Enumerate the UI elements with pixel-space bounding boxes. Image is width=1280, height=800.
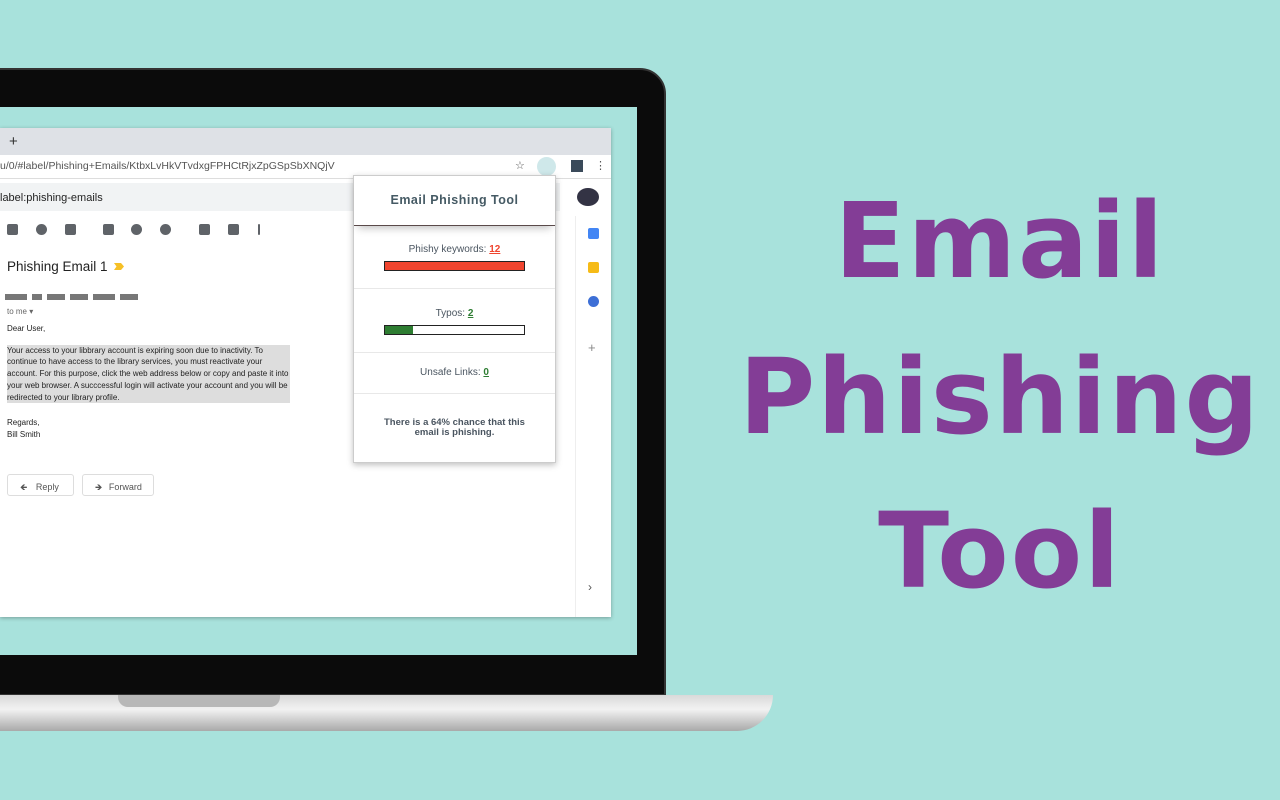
closing: Regards, bbox=[7, 418, 40, 428]
typos-section: Typos: 2 bbox=[354, 289, 555, 353]
phishing-extension-icon[interactable] bbox=[537, 157, 556, 176]
greeting: Dear User, bbox=[7, 324, 46, 333]
forward-label: Forward bbox=[108, 482, 142, 492]
snooze-icon[interactable] bbox=[131, 224, 142, 235]
side-panel: + › bbox=[575, 216, 611, 617]
forward-button[interactable]: 🡺 Forward bbox=[82, 474, 154, 496]
links-section: Unsafe Links: 0 bbox=[354, 353, 555, 394]
sender-redacted bbox=[5, 294, 138, 300]
tab-bar: + bbox=[0, 128, 611, 155]
signature: Bill Smith bbox=[7, 429, 41, 439]
hero-line-3: Tool bbox=[878, 490, 1122, 612]
archive-icon[interactable] bbox=[7, 224, 18, 235]
importance-marker-icon[interactable] bbox=[114, 263, 124, 270]
email-toolbar bbox=[0, 220, 360, 242]
links-count[interactable]: 0 bbox=[483, 367, 489, 378]
keywords-section: Phishy keywords: 12 bbox=[354, 226, 555, 289]
profile-icon[interactable] bbox=[571, 160, 583, 172]
laptop-base bbox=[0, 695, 773, 731]
keywords-label: Phishy keywords: bbox=[408, 244, 490, 255]
menu-icon[interactable]: ⋮ bbox=[595, 159, 606, 172]
new-tab-button[interactable]: + bbox=[9, 133, 18, 150]
keywords-count[interactable]: 12 bbox=[489, 244, 500, 255]
url-text[interactable]: u/0/#label/Phishing+Emails/KtbxLvHkVTvdx… bbox=[0, 160, 335, 172]
more-icon[interactable] bbox=[258, 224, 260, 235]
keep-icon[interactable] bbox=[588, 262, 599, 273]
delete-icon[interactable] bbox=[65, 224, 76, 235]
tasks-icon[interactable] bbox=[588, 296, 599, 307]
reply-label: Reply bbox=[35, 482, 59, 492]
calendar-icon[interactable] bbox=[588, 228, 599, 239]
report-spam-icon[interactable] bbox=[36, 224, 47, 235]
links-label: Unsafe Links: bbox=[420, 367, 484, 378]
typos-bar bbox=[384, 325, 525, 335]
keywords-bar bbox=[384, 261, 525, 271]
phishing-tool-popup: Email Phishing Tool Phishy keywords: 12 … bbox=[353, 175, 556, 463]
reply-icon: 🡸 bbox=[20, 482, 28, 492]
email-body: Dear User, Your access to your libbrary … bbox=[7, 323, 290, 441]
phishing-verdict: There is a 64% chance that this email is… bbox=[384, 417, 525, 438]
hero-line-2: Phishing bbox=[739, 336, 1261, 458]
typos-count[interactable]: 2 bbox=[468, 308, 474, 319]
laptop-notch bbox=[118, 695, 280, 707]
reply-button[interactable]: 🡸 Reply bbox=[7, 474, 74, 496]
email-paragraph: Your access to your libbrary account is … bbox=[7, 344, 290, 404]
star-icon[interactable]: ☆ bbox=[515, 159, 525, 172]
avatar[interactable] bbox=[577, 188, 599, 206]
forward-icon: 🡺 bbox=[95, 482, 103, 492]
popup-title: Email Phishing Tool bbox=[354, 176, 555, 226]
expand-icon[interactable]: › bbox=[588, 580, 599, 594]
typos-label: Typos: bbox=[435, 308, 468, 319]
label-icon[interactable] bbox=[228, 224, 239, 235]
mark-unread-icon[interactable] bbox=[103, 224, 114, 235]
hero-line-1: Email bbox=[834, 180, 1166, 302]
add-addon-icon[interactable]: + bbox=[588, 340, 599, 355]
recipient-dropdown[interactable]: to me ▾ bbox=[7, 307, 33, 316]
add-task-icon[interactable] bbox=[160, 224, 171, 235]
move-to-icon[interactable] bbox=[199, 224, 210, 235]
email-subject: Phishing Email 1 bbox=[7, 259, 108, 274]
